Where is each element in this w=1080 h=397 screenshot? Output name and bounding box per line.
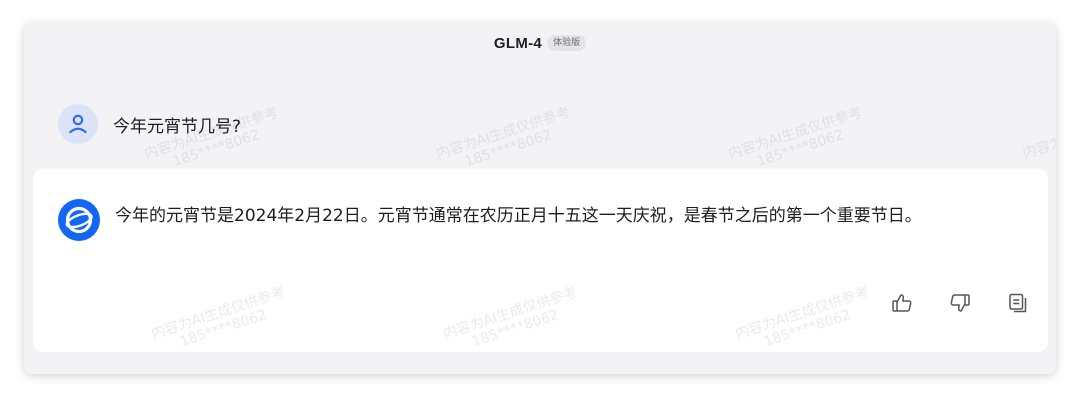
assistant-message-card: 今年的元宵节是2024年2月22日。元宵节通常在农历正月十五这一天庆祝，是春节之… (33, 169, 1048, 352)
watermark: 内容为AI生成仅供参考 185****8062 (733, 284, 872, 351)
user-icon (69, 114, 87, 134)
copy-button[interactable] (1004, 289, 1032, 317)
thumbs-down-button[interactable] (946, 289, 974, 317)
watermark: 内容为AI生成仅供参考 185****8062 (441, 284, 580, 351)
assistant-avatar (58, 199, 100, 241)
thumbs-up-button[interactable] (888, 289, 916, 317)
model-name[interactable]: GLM-4 (494, 35, 542, 52)
watermark: 内容为AI生成仅供参考 (1020, 103, 1056, 163)
user-message-text: 今年元宵节几号? (113, 116, 242, 137)
header-bar: GLM-4 体验版 (24, 32, 1056, 54)
watermark: 内容为AI生成仅供参考 185****8062 (149, 284, 288, 351)
message-actions (888, 289, 1032, 317)
watermark: 内容为AI生成仅供参考 185****8062 (434, 104, 573, 171)
user-avatar (58, 104, 98, 144)
version-badge: 体验版 (547, 35, 587, 51)
chat-window: GLM-4 体验版 内容为AI生成仅供参考 185****8062 内容为AI生成… (24, 23, 1056, 374)
glm-logo-icon (65, 206, 93, 234)
copy-icon (1009, 293, 1027, 313)
thumbs-up-icon (892, 294, 912, 312)
assistant-message-text: 今年的元宵节是2024年2月22日。元宵节通常在农历正月十五这一天庆祝，是春节之… (115, 206, 922, 226)
watermark: 内容为AI生成仅供参考 185****8062 (726, 104, 865, 171)
user-message-row: 今年元宵节几号? (58, 103, 241, 145)
thumbs-down-icon (950, 294, 970, 312)
